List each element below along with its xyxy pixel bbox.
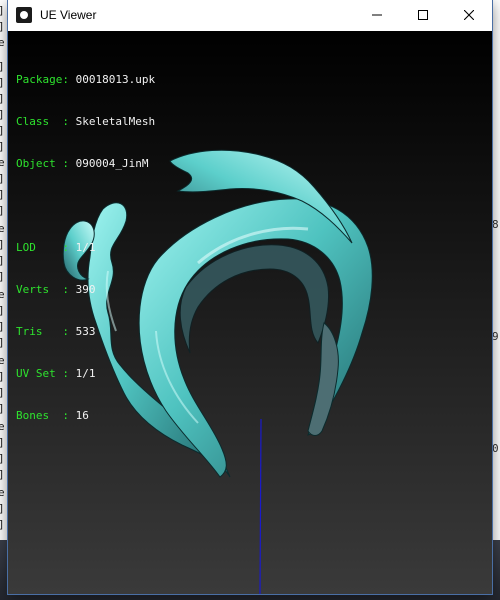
background-number: 8 bbox=[492, 218, 499, 231]
axis-line bbox=[259, 418, 262, 594]
background-char: ] bbox=[0, 254, 8, 267]
background-right-panel: 8 9 0 bbox=[492, 0, 500, 540]
background-char: ] bbox=[0, 140, 8, 153]
background-number: 9 bbox=[492, 330, 499, 343]
background-char: ] bbox=[0, 270, 8, 283]
background-char: e bbox=[0, 288, 5, 301]
info-label: Package: bbox=[16, 73, 69, 86]
info-value: 16 bbox=[75, 409, 89, 422]
background-char: e bbox=[0, 156, 5, 169]
background-char: ] bbox=[0, 172, 8, 185]
background-char: ] bbox=[0, 304, 8, 317]
background-char: ] bbox=[0, 370, 8, 383]
maximize-button[interactable] bbox=[400, 0, 446, 30]
info-row-package: Package: 00018013.upk bbox=[16, 73, 155, 87]
background-char: ] bbox=[0, 204, 8, 217]
info-row-verts: Verts : 390 bbox=[16, 283, 155, 297]
background-char: ] bbox=[0, 386, 8, 399]
background-char: e bbox=[0, 420, 5, 433]
info-value: 00018013.upk bbox=[75, 73, 156, 86]
info-value: 090004_JinM bbox=[75, 157, 149, 170]
background-char: ] bbox=[0, 124, 8, 137]
info-row-tris: Tris : 533 bbox=[16, 325, 155, 339]
info-label: LOD : bbox=[16, 241, 69, 254]
ue-viewer-window: UE Viewer Package: 00018013.upk Class: … bbox=[8, 0, 492, 594]
info-label: Class : bbox=[16, 115, 69, 128]
background-char: ] bbox=[0, 188, 8, 201]
background-number: 0 bbox=[492, 442, 499, 455]
background-char: ] bbox=[0, 452, 8, 465]
info-value: 1/1 bbox=[75, 367, 96, 380]
background-char: ] bbox=[0, 436, 8, 449]
info-label: Bones : bbox=[16, 409, 69, 422]
background-char: ] bbox=[0, 92, 8, 105]
info-row-class: Class : SkeletalMesh bbox=[16, 115, 155, 129]
mesh-right-tail bbox=[307, 322, 339, 436]
background-char: ] bbox=[0, 402, 8, 415]
background-char: ] bbox=[0, 502, 8, 515]
background-char: ] bbox=[0, 20, 8, 33]
info-value: 390 bbox=[75, 283, 96, 296]
info-row-object: Object : 090004_JinM bbox=[16, 157, 155, 171]
background-char: ] bbox=[0, 518, 8, 531]
info-value: 1/1 bbox=[75, 241, 96, 254]
info-row-uvset: UV Set : 1/1 bbox=[16, 367, 155, 381]
background-char: e bbox=[0, 222, 5, 235]
window-controls bbox=[354, 0, 492, 30]
background-char: ] bbox=[0, 108, 8, 121]
info-value: 533 bbox=[75, 325, 96, 338]
3d-viewport[interactable]: Package: 00018013.upk Class : SkeletalMe… bbox=[8, 31, 492, 594]
close-icon bbox=[464, 10, 474, 20]
background-char: ] bbox=[0, 336, 8, 349]
background-char: ] bbox=[0, 4, 8, 17]
info-label: Object : bbox=[16, 157, 69, 170]
background-char: ] bbox=[0, 60, 8, 73]
minimize-button[interactable] bbox=[354, 0, 400, 30]
app-icon bbox=[16, 7, 32, 23]
background-char: ] bbox=[0, 238, 8, 251]
info-label: Verts : bbox=[16, 283, 69, 296]
background-char: ] bbox=[0, 468, 8, 481]
mesh-info-panel: Package: 00018013.upk Class : SkeletalMe… bbox=[16, 45, 155, 451]
info-row-bones: Bones : 16 bbox=[16, 409, 155, 423]
info-label: UV Set : bbox=[16, 367, 69, 380]
background-char: e bbox=[0, 486, 5, 499]
background-char: e bbox=[0, 36, 5, 49]
info-row-lod: LOD : 1/1 bbox=[16, 241, 155, 255]
maximize-icon bbox=[418, 10, 428, 20]
info-label: Tris : bbox=[16, 325, 69, 338]
info-value: SkeletalMesh bbox=[75, 115, 156, 128]
background-left-panel: ] ] e ] ] ] ] ] ] e ] ] ] e ] ] ] e ] ] … bbox=[0, 0, 8, 540]
background-char: e bbox=[0, 354, 5, 367]
background-char: ] bbox=[0, 320, 8, 333]
minimize-icon bbox=[372, 14, 382, 16]
close-button[interactable] bbox=[446, 0, 492, 30]
background-char: ] bbox=[0, 76, 8, 89]
window-title: UE Viewer bbox=[40, 8, 97, 22]
title-bar[interactable]: UE Viewer bbox=[8, 0, 492, 30]
